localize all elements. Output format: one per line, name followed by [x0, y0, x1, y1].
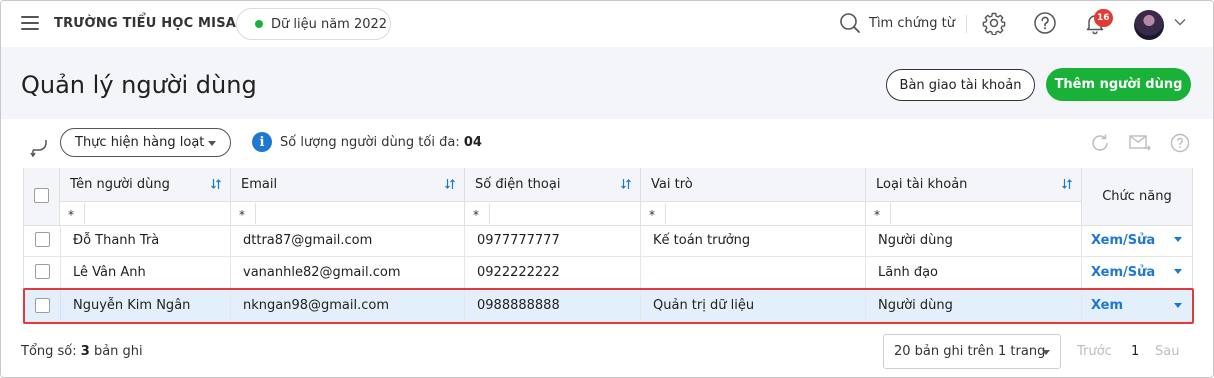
search-icon	[840, 13, 860, 33]
cell-account-type: Lãnh đạo	[866, 257, 1082, 288]
column-label: Tên người dùng	[70, 177, 170, 192]
max-users-info: Số lượng người dùng tối đa: 04	[280, 135, 482, 150]
bulk-action-label: Thực hiện hàng loạt	[75, 135, 205, 150]
app-frame: TRƯỜNG TIỂU HỌC MISA Dữ liệu năm 2022 Tì…	[0, 0, 1214, 378]
help-icon[interactable]	[1033, 11, 1057, 35]
arrow-down-left-icon[interactable]	[30, 138, 48, 158]
page-title: Quản lý người dùng	[21, 71, 257, 99]
row-checkbox[interactable]	[35, 232, 50, 247]
refresh-icon[interactable]	[1090, 133, 1110, 153]
filter-role[interactable]: *	[641, 201, 866, 226]
filter-operator[interactable]: *	[874, 208, 880, 222]
bulk-action-dropdown[interactable]: Thực hiện hàng loạt	[60, 128, 231, 157]
filter-input[interactable]	[890, 203, 1081, 224]
prev-page-button[interactable]: Trước	[1077, 344, 1112, 359]
handover-account-button[interactable]: Bàn giao tài khoản	[886, 69, 1035, 101]
select-all-cell	[24, 168, 60, 226]
filter-email[interactable]: *	[231, 201, 465, 226]
send-mail-icon[interactable]	[1129, 133, 1151, 153]
cell-phone: 0922222222	[465, 257, 641, 288]
column-label: Loại tài khoản	[876, 177, 968, 192]
caret-down-icon[interactable]	[1174, 269, 1182, 274]
filter-input[interactable]	[84, 203, 230, 224]
next-page-button[interactable]: Sau	[1155, 344, 1179, 359]
column-header-email[interactable]: Email	[231, 168, 465, 201]
search-documents[interactable]: Tìm chứng từ	[839, 12, 955, 34]
filter-operator[interactable]: *	[473, 208, 479, 222]
chevron-down-icon[interactable]	[1174, 18, 1186, 26]
column-label: Email	[241, 177, 278, 192]
column-header-actions: Chức năng	[1082, 168, 1192, 226]
column-label: Số điện thoại	[475, 177, 561, 192]
max-users-label: Số lượng người dùng tối đa:	[280, 135, 460, 150]
filter-operator[interactable]: *	[239, 208, 245, 222]
gear-icon[interactable]	[982, 11, 1006, 35]
year-label: Dữ liệu năm 2022	[271, 16, 388, 32]
highlight-box	[23, 288, 1194, 324]
school-name: TRƯỜNG TIỂU HỌC MISA	[54, 16, 237, 31]
filter-input[interactable]	[255, 203, 464, 224]
view-edit-link[interactable]: Xem/Sửa	[1091, 233, 1155, 248]
menu-icon[interactable]	[21, 16, 39, 30]
sort-icon[interactable]	[620, 178, 632, 190]
current-page[interactable]: 1	[1131, 344, 1139, 359]
add-user-button[interactable]: Thêm người dùng	[1046, 68, 1191, 101]
max-users-value: 04	[463, 135, 482, 150]
page-size-select[interactable]: 20 bản ghi trên 1 trang	[883, 334, 1061, 369]
avatar[interactable]	[1134, 10, 1164, 40]
sort-icon[interactable]	[1061, 178, 1073, 190]
select-all-checkbox[interactable]	[34, 188, 49, 203]
sort-icon[interactable]	[210, 178, 222, 190]
search-label: Tìm chứng từ	[869, 15, 955, 31]
table-row[interactable]: Lê Vân Anh vananhle82@gmail.com 09222222…	[24, 257, 1192, 289]
filter-input[interactable]	[665, 203, 865, 224]
table-row[interactable]: Đỗ Thanh Trà dttra87@gmail.com 097777777…	[24, 225, 1192, 257]
total-suffix: bản ghi	[93, 344, 143, 359]
column-header-phone[interactable]: Số điện thoại	[465, 168, 641, 201]
total-value: 3	[80, 344, 90, 359]
caret-down-icon[interactable]	[1174, 237, 1182, 242]
filter-operator[interactable]: *	[649, 208, 655, 222]
filter-name[interactable]: *	[60, 201, 231, 226]
cell-phone: 0977777777	[465, 225, 641, 256]
info-icon: i	[252, 132, 272, 152]
sort-icon[interactable]	[444, 178, 456, 190]
status-dot-icon	[255, 20, 263, 28]
cell-email: dttra87@gmail.com	[231, 225, 465, 256]
total-label: Tổng số:	[21, 344, 77, 359]
column-header-role[interactable]: Vai trò	[641, 168, 866, 201]
filter-phone[interactable]: *	[465, 201, 641, 226]
cell-name: Đỗ Thanh Trà	[60, 225, 231, 256]
filter-operator[interactable]: *	[68, 208, 74, 222]
divider	[966, 15, 967, 33]
cell-name: Lê Vân Anh	[60, 257, 231, 288]
page-size-value: 20 bản ghi trên 1 trang	[894, 344, 1046, 359]
total-records: Tổng số: 3 bản ghi	[21, 344, 143, 359]
caret-down-icon	[208, 141, 216, 146]
column-header-name[interactable]: Tên người dùng	[60, 168, 231, 201]
cell-email: vananhle82@gmail.com	[231, 257, 465, 288]
caret-down-icon	[1042, 350, 1050, 355]
column-header-account-type[interactable]: Loại tài khoản	[866, 168, 1082, 201]
notification-badge: 16	[1094, 9, 1113, 27]
cell-role: Kế toán trưởng	[641, 225, 866, 256]
top-bar: TRƯỜNG TIỂU HỌC MISA Dữ liệu năm 2022 Tì…	[1, 1, 1213, 47]
cell-account-type: Người dùng	[866, 225, 1082, 256]
filter-account-type[interactable]: *	[866, 201, 1082, 226]
help-icon[interactable]	[1170, 133, 1190, 153]
year-selector[interactable]: Dữ liệu năm 2022	[236, 8, 391, 40]
row-checkbox[interactable]	[35, 264, 50, 279]
cell-role	[641, 257, 866, 288]
view-edit-link[interactable]: Xem/Sửa	[1091, 265, 1155, 280]
column-label: Vai trò	[651, 177, 693, 192]
filter-input[interactable]	[489, 203, 640, 224]
